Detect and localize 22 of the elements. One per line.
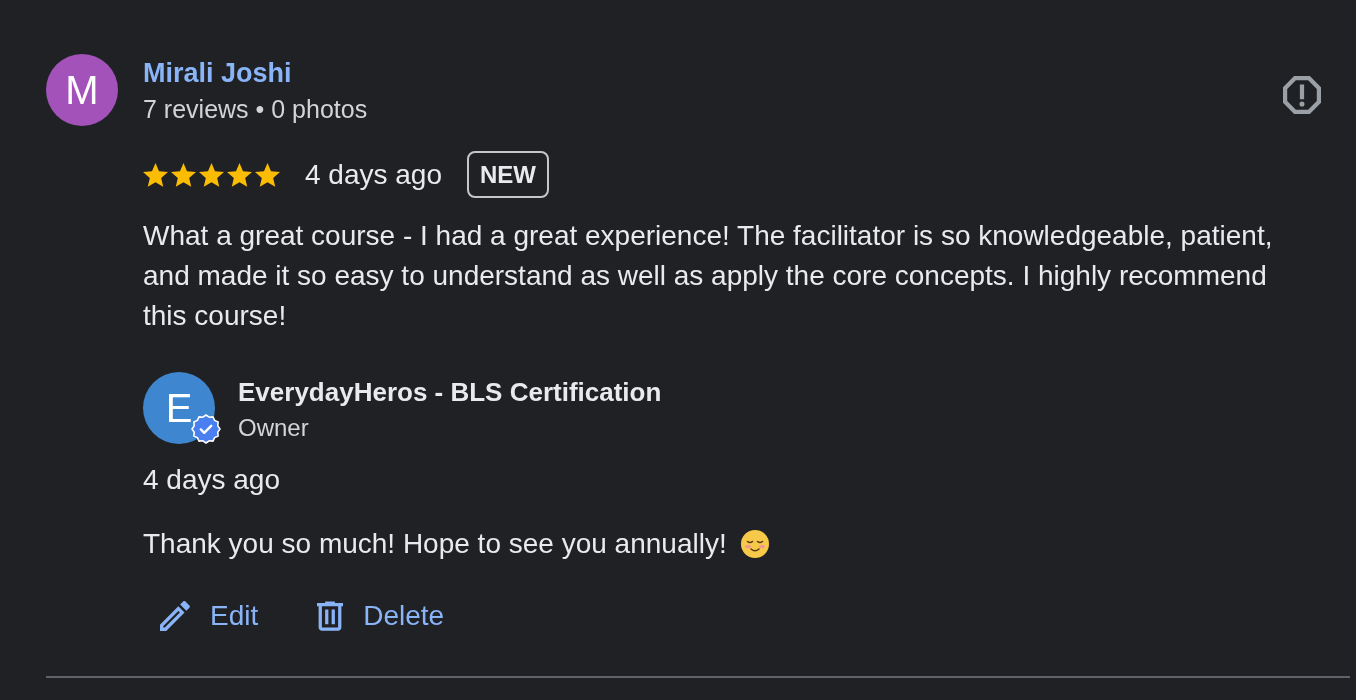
trash-icon (317, 601, 344, 631)
star-icon (171, 162, 196, 187)
reply-text: Thank you so much! Hope to see you annually! (143, 527, 727, 561)
reviewer-stats: 7 reviews • 0 photos (143, 94, 368, 125)
star-icon (199, 162, 224, 187)
star-icon (255, 162, 280, 187)
reviewer-name-link[interactable]: Mirali Joshi (143, 53, 292, 93)
review-date: 4 days ago (305, 157, 442, 192)
reply-date: 4 days ago (143, 463, 280, 497)
smiling-face-icon (740, 530, 769, 558)
star-icon (143, 162, 168, 187)
star-icon (227, 162, 252, 187)
avatar: M (46, 54, 118, 126)
pencil-icon (160, 601, 190, 631)
report-icon[interactable] (1283, 76, 1321, 114)
owner-role: Owner (238, 413, 309, 443)
owner-name: EverydayHeros - BLS Certification (238, 376, 662, 409)
owner-avatar: E (143, 372, 215, 444)
delete-button[interactable]: Delete (305, 592, 457, 640)
new-badge: NEW (467, 151, 549, 198)
edit-button[interactable]: Edit (148, 592, 271, 640)
review-text: What a great course - I had a great experience! The facilitator is so knowledgeable, patient, and made it so easy to understand as well as apply the core concepts. I highly recommend this course! (143, 219, 1274, 333)
